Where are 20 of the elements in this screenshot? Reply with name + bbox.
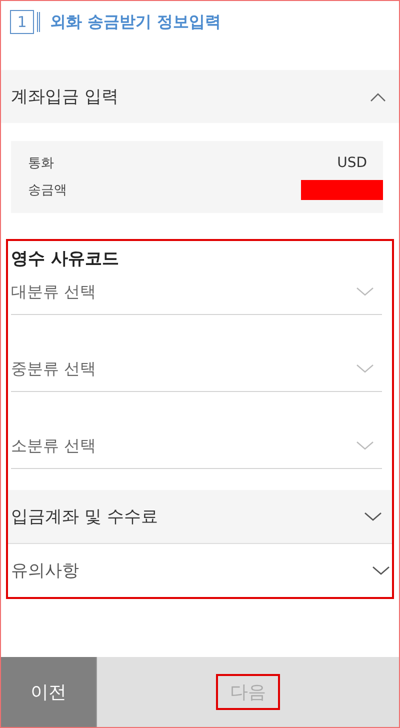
field-label: 송금액 [28,182,67,198]
step-number: 1 [10,10,34,34]
nav-button[interactable]: 이전 [1,657,97,727]
page-title: 외화 송금받기 정보입력 [50,12,222,32]
field-label: 통화 [28,154,54,172]
chevron-icon [369,90,387,102]
chevron-down-icon [356,287,374,297]
dropdown-field[interactable]: 대분류 선택 [11,270,382,315]
chevron-down-icon [356,364,374,374]
step-divider-icon [37,12,40,32]
chevron-icon [364,511,382,522]
dropdown-field[interactable]: 소분류 선택 [11,424,382,469]
field-value: USD [337,154,367,170]
dropdown-field[interactable]: 중분류 선택 [11,347,382,392]
accordion-header[interactable]: 입금계좌 및 수수료 [8,490,392,544]
chevron-icon [372,565,390,576]
section-title: 영수 사유코드 [10,248,120,270]
chevron-down-icon [356,441,374,451]
section-header[interactable]: 계좌입금 입력 [1,70,399,123]
accordion-header[interactable]: 유의사항 [8,544,392,597]
